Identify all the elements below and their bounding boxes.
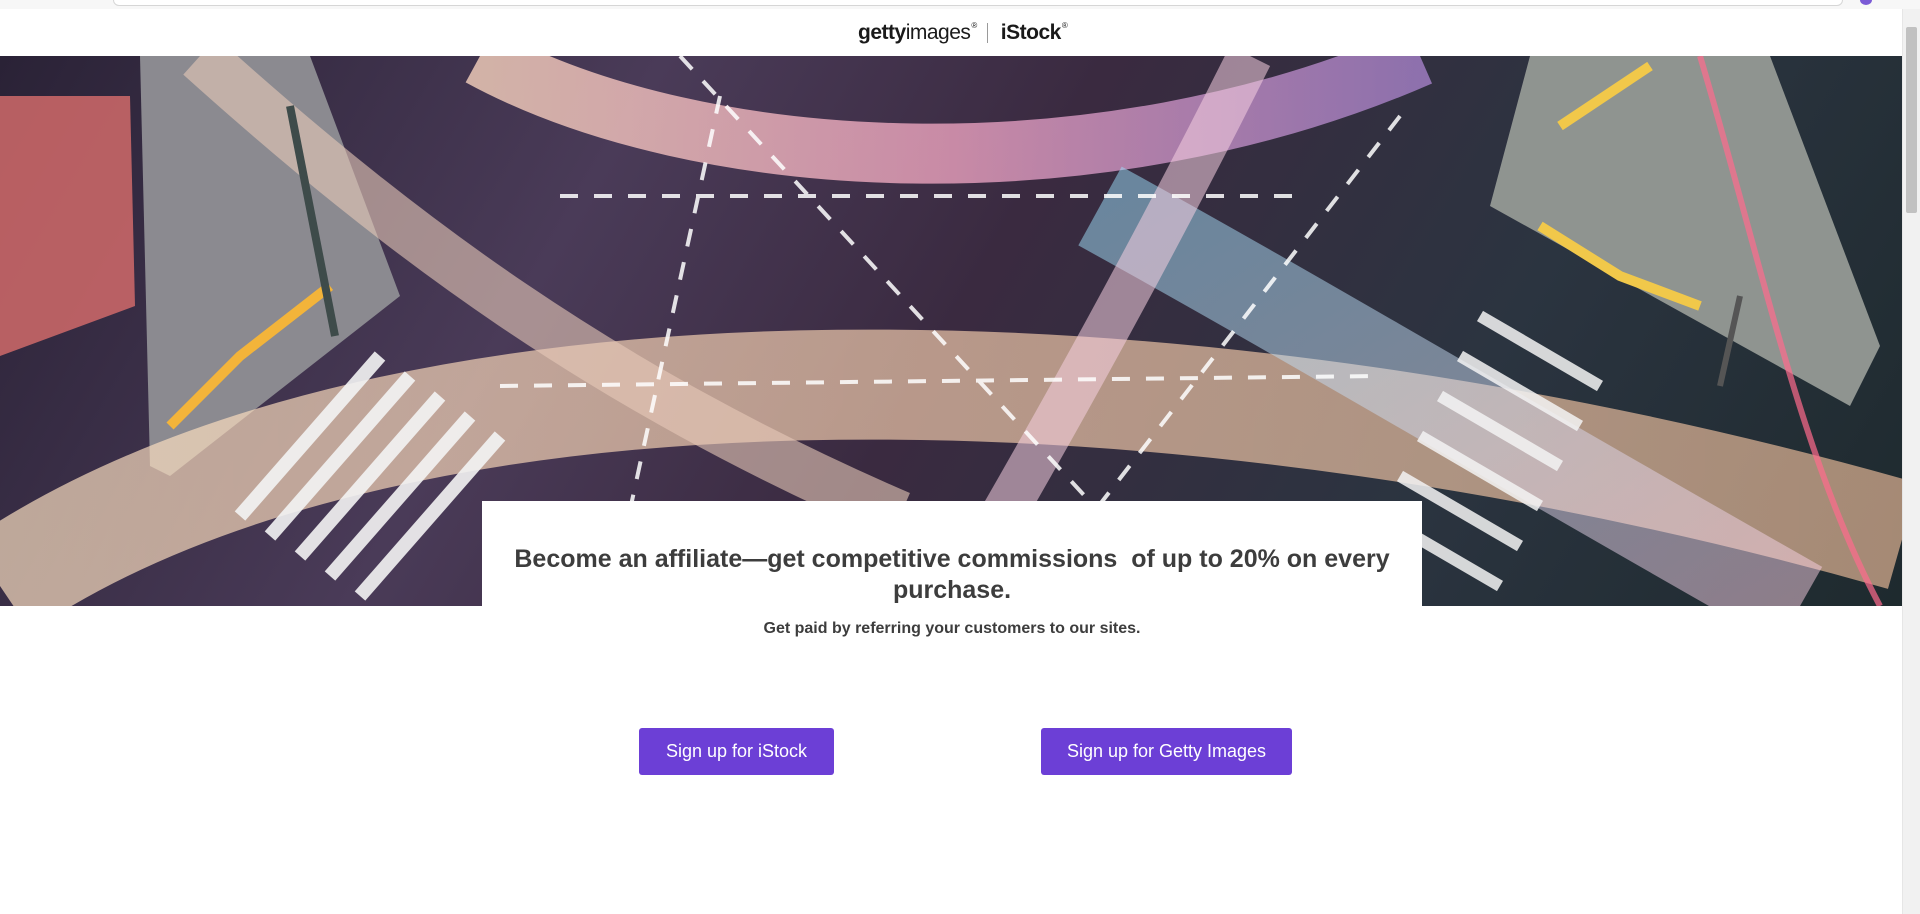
signup-istock-button[interactable]: Sign up for iStock: [639, 728, 834, 775]
page-subline: Get paid by referring your customers to …: [763, 620, 1141, 637]
page-scrollbar[interactable]: [1902, 9, 1920, 914]
page-headline: Become an affiliate—get competitive comm…: [514, 545, 1390, 604]
extension-icon[interactable]: [1860, 0, 1872, 5]
scrollbar-thumb[interactable]: [1906, 27, 1917, 213]
address-bar[interactable]: [113, 0, 1843, 6]
getty-images-logo[interactable]: gettyimages®: [858, 21, 977, 45]
istock-logo[interactable]: iStock®: [1001, 21, 1068, 45]
logo-divider: [986, 23, 988, 43]
site-header: gettyimages® iStock®: [0, 9, 1903, 57]
brand-logos: gettyimages® iStock®: [858, 20, 1068, 46]
signup-getty-images-button[interactable]: Sign up for Getty Images: [1041, 728, 1292, 775]
